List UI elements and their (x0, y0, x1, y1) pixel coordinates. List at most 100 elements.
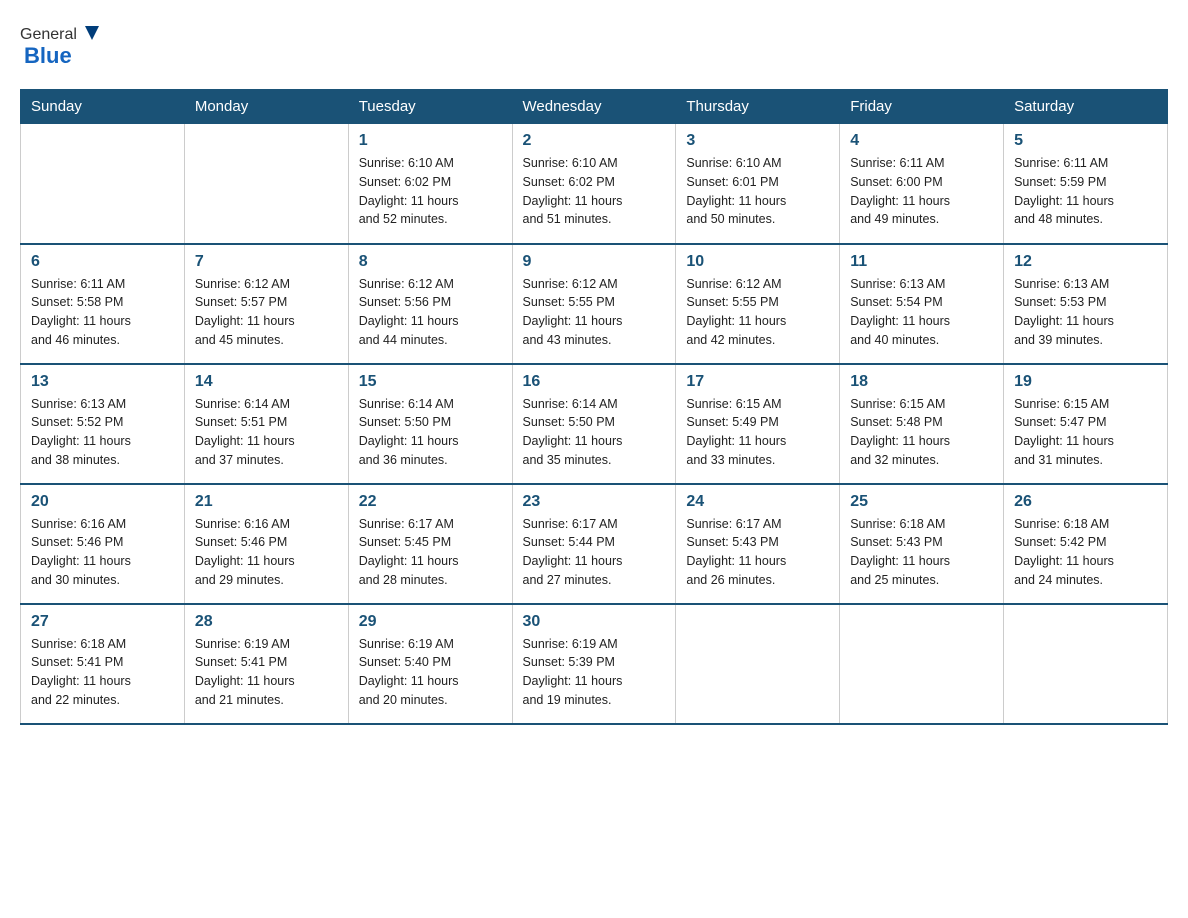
calendar-cell: 28 Sunrise: 6:19 AM Sunset: 5:41 PM Dayli… (184, 604, 348, 724)
calendar-cell: 29 Sunrise: 6:19 AM Sunset: 5:40 PM Dayli… (348, 604, 512, 724)
header-saturday: Saturday (1004, 90, 1168, 124)
day-number: 3 (686, 132, 829, 150)
calendar-header-row: SundayMondayTuesdayWednesdayThursdayFrid… (21, 90, 1168, 124)
header-thursday: Thursday (676, 90, 840, 124)
day-number: 20 (31, 493, 174, 511)
calendar-cell: 24 Sunrise: 6:17 AM Sunset: 5:43 PM Dayli… (676, 484, 840, 604)
logo-arrow-icon (81, 22, 103, 44)
header-tuesday: Tuesday (348, 90, 512, 124)
calendar-cell: 1 Sunrise: 6:10 AM Sunset: 6:02 PM Daylig… (348, 124, 512, 244)
calendar-cell: 2 Sunrise: 6:10 AM Sunset: 6:02 PM Daylig… (512, 124, 676, 244)
calendar-cell: 4 Sunrise: 6:11 AM Sunset: 6:00 PM Daylig… (840, 124, 1004, 244)
day-info: Sunrise: 6:13 AM Sunset: 5:53 PM Dayligh… (1014, 275, 1157, 350)
calendar-cell (184, 124, 348, 244)
calendar-cell: 21 Sunrise: 6:16 AM Sunset: 5:46 PM Dayli… (184, 484, 348, 604)
day-number: 7 (195, 253, 338, 271)
day-number: 5 (1014, 132, 1157, 150)
calendar-cell: 18Sunrise: 6:15 AM Sunset: 5:48 PM Dayli… (840, 364, 1004, 484)
day-info: Sunrise: 6:16 AM Sunset: 5:46 PM Dayligh… (31, 515, 174, 590)
day-number: 30 (523, 613, 666, 631)
day-info: Sunrise: 6:10 AM Sunset: 6:02 PM Dayligh… (359, 154, 502, 229)
logo-blue-text: Blue (24, 43, 72, 69)
calendar-cell (21, 124, 185, 244)
day-info: Sunrise: 6:19 AM Sunset: 5:41 PM Dayligh… (195, 635, 338, 710)
day-number: 4 (850, 132, 993, 150)
day-info: Sunrise: 6:10 AM Sunset: 6:01 PM Dayligh… (686, 154, 829, 229)
day-number: 15 (359, 373, 502, 391)
calendar-week-row: 1 Sunrise: 6:10 AM Sunset: 6:02 PM Daylig… (21, 124, 1168, 244)
calendar-cell: 14 Sunrise: 6:14 AM Sunset: 5:51 PM Dayli… (184, 364, 348, 484)
calendar-cell: 25Sunrise: 6:18 AM Sunset: 5:43 PM Dayli… (840, 484, 1004, 604)
day-number: 12 (1014, 253, 1157, 271)
calendar-cell: 17 Sunrise: 6:15 AM Sunset: 5:49 PM Dayli… (676, 364, 840, 484)
day-number: 9 (523, 253, 666, 271)
day-number: 2 (523, 132, 666, 150)
calendar-cell: 23 Sunrise: 6:17 AM Sunset: 5:44 PM Dayli… (512, 484, 676, 604)
calendar-cell (676, 604, 840, 724)
calendar-week-row: 27Sunrise: 6:18 AM Sunset: 5:41 PM Dayli… (21, 604, 1168, 724)
day-number: 18 (850, 373, 993, 391)
day-info: Sunrise: 6:18 AM Sunset: 5:42 PM Dayligh… (1014, 515, 1157, 590)
header-sunday: Sunday (21, 90, 185, 124)
day-info: Sunrise: 6:13 AM Sunset: 5:54 PM Dayligh… (850, 275, 993, 350)
day-info: Sunrise: 6:14 AM Sunset: 5:50 PM Dayligh… (359, 395, 502, 470)
day-number: 6 (31, 253, 174, 271)
day-info: Sunrise: 6:12 AM Sunset: 5:55 PM Dayligh… (523, 275, 666, 350)
calendar-cell: 26Sunrise: 6:18 AM Sunset: 5:42 PM Dayli… (1004, 484, 1168, 604)
day-info: Sunrise: 6:17 AM Sunset: 5:43 PM Dayligh… (686, 515, 829, 590)
day-info: Sunrise: 6:11 AM Sunset: 6:00 PM Dayligh… (850, 154, 993, 229)
day-number: 24 (686, 493, 829, 511)
calendar-cell: 27Sunrise: 6:18 AM Sunset: 5:41 PM Dayli… (21, 604, 185, 724)
day-info: Sunrise: 6:17 AM Sunset: 5:45 PM Dayligh… (359, 515, 502, 590)
day-number: 19 (1014, 373, 1157, 391)
day-number: 11 (850, 253, 993, 271)
calendar-cell: 20 Sunrise: 6:16 AM Sunset: 5:46 PM Dayli… (21, 484, 185, 604)
calendar-cell: 13 Sunrise: 6:13 AM Sunset: 5:52 PM Dayli… (21, 364, 185, 484)
day-number: 1 (359, 132, 502, 150)
day-info: Sunrise: 6:15 AM Sunset: 5:47 PM Dayligh… (1014, 395, 1157, 470)
day-info: Sunrise: 6:11 AM Sunset: 5:59 PM Dayligh… (1014, 154, 1157, 229)
day-number: 17 (686, 373, 829, 391)
calendar-week-row: 20 Sunrise: 6:16 AM Sunset: 5:46 PM Dayli… (21, 484, 1168, 604)
day-info: Sunrise: 6:14 AM Sunset: 5:50 PM Dayligh… (523, 395, 666, 470)
calendar-week-row: 13 Sunrise: 6:13 AM Sunset: 5:52 PM Dayli… (21, 364, 1168, 484)
day-info: Sunrise: 6:18 AM Sunset: 5:41 PM Dayligh… (31, 635, 174, 710)
day-info: Sunrise: 6:19 AM Sunset: 5:39 PM Dayligh… (523, 635, 666, 710)
calendar-table: SundayMondayTuesdayWednesdayThursdayFrid… (20, 89, 1168, 725)
day-info: Sunrise: 6:12 AM Sunset: 5:56 PM Dayligh… (359, 275, 502, 350)
day-info: Sunrise: 6:17 AM Sunset: 5:44 PM Dayligh… (523, 515, 666, 590)
calendar-cell: 6 Sunrise: 6:11 AM Sunset: 5:58 PM Daylig… (21, 244, 185, 364)
day-info: Sunrise: 6:16 AM Sunset: 5:46 PM Dayligh… (195, 515, 338, 590)
day-number: 22 (359, 493, 502, 511)
day-info: Sunrise: 6:15 AM Sunset: 5:49 PM Dayligh… (686, 395, 829, 470)
day-number: 21 (195, 493, 338, 511)
header-monday: Monday (184, 90, 348, 124)
day-number: 10 (686, 253, 829, 271)
calendar-cell: 11 Sunrise: 6:13 AM Sunset: 5:54 PM Dayli… (840, 244, 1004, 364)
header-friday: Friday (840, 90, 1004, 124)
day-info: Sunrise: 6:19 AM Sunset: 5:40 PM Dayligh… (359, 635, 502, 710)
calendar-week-row: 6 Sunrise: 6:11 AM Sunset: 5:58 PM Daylig… (21, 244, 1168, 364)
day-info: Sunrise: 6:14 AM Sunset: 5:51 PM Dayligh… (195, 395, 338, 470)
day-number: 28 (195, 613, 338, 631)
header-wednesday: Wednesday (512, 90, 676, 124)
day-number: 14 (195, 373, 338, 391)
day-info: Sunrise: 6:13 AM Sunset: 5:52 PM Dayligh… (31, 395, 174, 470)
calendar-cell (1004, 604, 1168, 724)
day-number: 8 (359, 253, 502, 271)
day-number: 16 (523, 373, 666, 391)
day-number: 23 (523, 493, 666, 511)
day-number: 29 (359, 613, 502, 631)
logo: General Blue (20, 20, 103, 69)
calendar-cell: 5 Sunrise: 6:11 AM Sunset: 5:59 PM Daylig… (1004, 124, 1168, 244)
day-number: 13 (31, 373, 174, 391)
logo-general-text: General (20, 26, 77, 44)
day-info: Sunrise: 6:10 AM Sunset: 6:02 PM Dayligh… (523, 154, 666, 229)
calendar-cell (840, 604, 1004, 724)
day-info: Sunrise: 6:12 AM Sunset: 5:55 PM Dayligh… (686, 275, 829, 350)
calendar-cell: 8 Sunrise: 6:12 AM Sunset: 5:56 PM Daylig… (348, 244, 512, 364)
calendar-cell: 9 Sunrise: 6:12 AM Sunset: 5:55 PM Daylig… (512, 244, 676, 364)
day-info: Sunrise: 6:11 AM Sunset: 5:58 PM Dayligh… (31, 275, 174, 350)
calendar-cell: 15 Sunrise: 6:14 AM Sunset: 5:50 PM Dayli… (348, 364, 512, 484)
page-header: General Blue (20, 20, 1168, 69)
